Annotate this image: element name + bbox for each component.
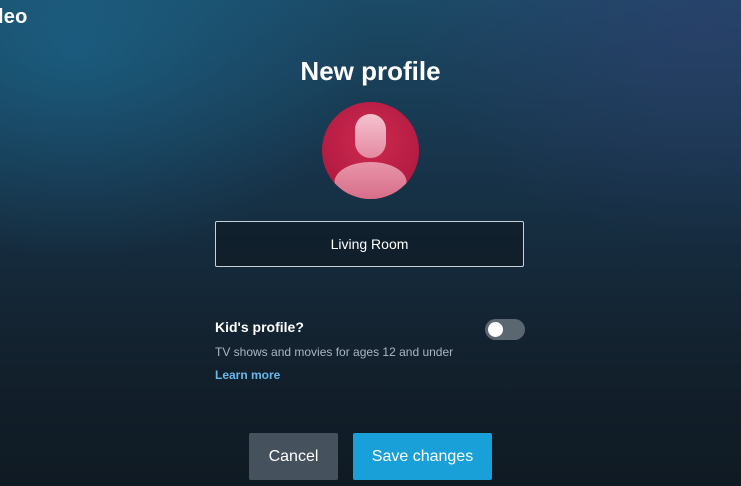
kids-profile-label: Kid's profile?	[215, 319, 304, 335]
save-changes-button[interactable]: Save changes	[353, 433, 492, 480]
app-logo[interactable]: leo	[0, 6, 28, 29]
profile-name-input[interactable]	[215, 221, 524, 267]
kids-profile-description: TV shows and movies for ages 12 and unde…	[215, 345, 454, 359]
toggle-knob	[488, 322, 503, 337]
cancel-button[interactable]: Cancel	[249, 433, 338, 480]
learn-more-link[interactable]: Learn more	[215, 368, 280, 382]
person-avatar-icon	[334, 114, 407, 199]
page-title: New profile	[300, 56, 441, 86]
profile-avatar[interactable]	[322, 102, 419, 199]
kids-profile-toggle[interactable]	[485, 319, 525, 340]
